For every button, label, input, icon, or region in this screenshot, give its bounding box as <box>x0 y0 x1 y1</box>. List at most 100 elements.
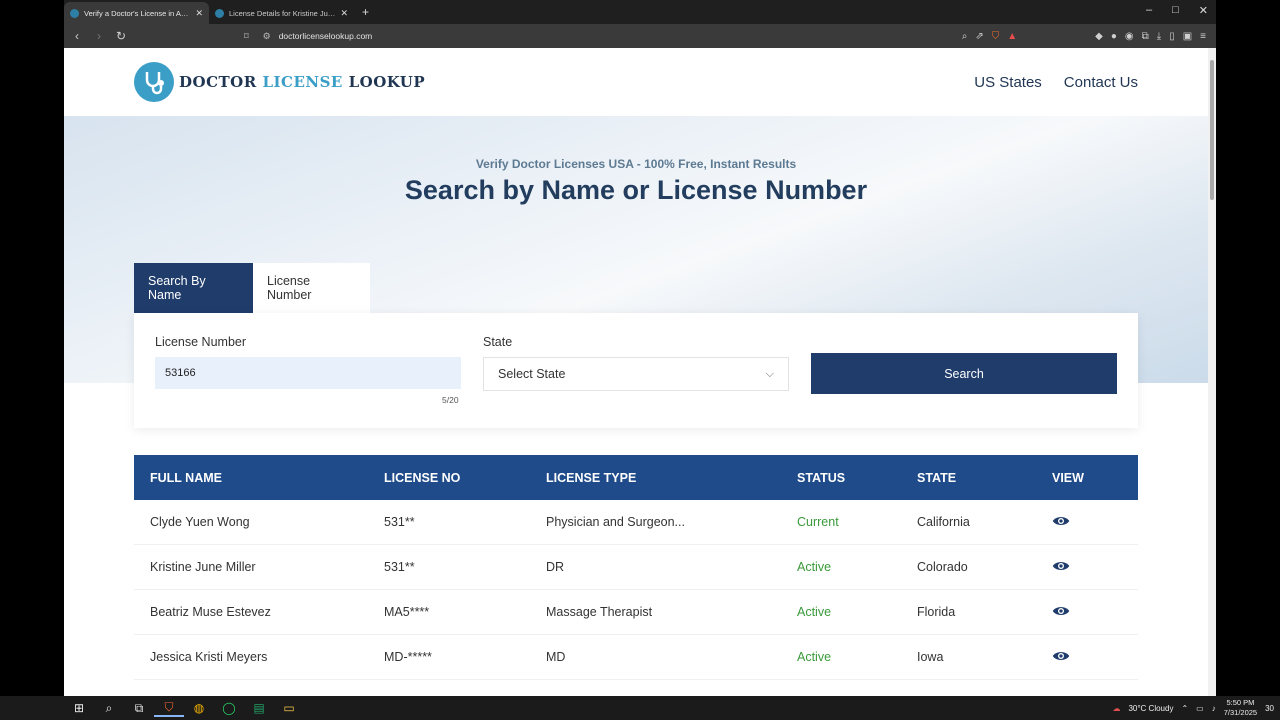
zoom-icon[interactable]: ⌕ <box>962 31 968 42</box>
table-row: Jessica Kristi Meyers MD-***** MD Active… <box>134 635 1138 680</box>
extension-icon[interactable]: ● <box>1111 31 1117 42</box>
cell-state: Colorado <box>917 560 968 574</box>
volume-icon[interactable]: ♪ <box>1212 704 1216 713</box>
extension-icon[interactable]: ◉ <box>1125 31 1134 42</box>
task-view-icon[interactable]: ⧉ <box>124 701 154 716</box>
sidebar-icon[interactable]: ▯ <box>1169 31 1175 42</box>
browser-tabbar: Verify a Doctor's License in Any U ✕ Lic… <box>64 0 1216 24</box>
site-favicon-icon <box>70 8 79 18</box>
cell-type: DR <box>546 560 565 574</box>
clock-time: 5:50 PM <box>1226 698 1255 707</box>
nav-link-us-states[interactable]: US States <box>974 74 1042 91</box>
results-table: FULL NAME LICENSE NO LICENSE TYPE STATUS… <box>134 455 1138 680</box>
logo-word: DOCTOR <box>179 73 263 91</box>
column-header: STATE <box>917 470 957 485</box>
clock[interactable]: 5:50 PM 7/31/2025 <box>1224 698 1257 718</box>
state-select-value: Select State <box>498 367 566 381</box>
close-icon[interactable]: ✕ <box>340 8 348 19</box>
browser-tab-2[interactable]: License Details for Kristine June Miller… <box>209 2 354 24</box>
page-title: Search by Name or License Number <box>404 175 868 205</box>
windows-start-icon[interactable]: ⊞ <box>64 701 94 715</box>
new-tab-button[interactable]: + <box>362 5 369 19</box>
site-info-icon[interactable]: ⚙ <box>263 31 271 42</box>
menu-icon[interactable]: ≡ <box>1200 31 1206 42</box>
file-explorer-icon[interactable]: ▭ <box>274 701 304 715</box>
tab-search-by-name[interactable]: Search By Name <box>134 263 253 313</box>
site-header: DOCTOR LICENSE LOOKUP US States Contact … <box>64 48 1208 116</box>
column-header: LICENSE NO <box>384 470 461 485</box>
notification-badge[interactable]: 30 <box>1265 704 1274 713</box>
cell-name: Beatriz Muse Estevez <box>150 605 271 619</box>
search-icon[interactable]: ⌕ <box>94 701 124 716</box>
logo-word: LOOKUP <box>342 73 426 91</box>
maximize-button[interactable]: □ <box>1172 4 1179 17</box>
cell-license: MD-***** <box>384 650 432 664</box>
windows-taskbar: ⊞ ⌕ ⧉ ⛉ ◍ ◯ ▤ ▭ ☁ 30°C Cloudy ⌃ ▭ ♪ 5:50… <box>0 696 1280 720</box>
cell-license: 531** <box>384 515 415 529</box>
nav-link-contact[interactable]: Contact Us <box>1064 74 1138 91</box>
license-number-input[interactable] <box>155 357 461 389</box>
cell-status: Active <box>797 560 832 574</box>
table-header: FULL NAME LICENSE NO LICENSE TYPE STATUS… <box>134 455 1138 500</box>
page-scrollbar[interactable] <box>1208 48 1216 696</box>
state-select[interactable]: Select State ⌵ <box>483 357 789 391</box>
state-label: State <box>483 335 513 349</box>
cell-status: Active <box>797 605 832 619</box>
column-header: VIEW <box>1052 470 1084 485</box>
cell-type: Massage Therapist <box>546 605 653 619</box>
rewards-icon[interactable]: ▲ <box>1007 31 1017 42</box>
hero-eyebrow: Verify Doctor Licenses USA - 100% Free, … <box>475 157 797 171</box>
cell-state: Iowa <box>917 650 944 664</box>
bookmark-icon[interactable]: ⌑ <box>244 31 249 42</box>
screen: Verify a Doctor's License in Any U ✕ Lic… <box>0 0 1280 720</box>
chrome-icon[interactable]: ◍ <box>184 701 214 715</box>
whatsapp-icon[interactable]: ◯ <box>214 701 244 715</box>
close-icon[interactable]: ✕ <box>195 8 203 19</box>
table-row: Clyde Yuen Wong 531** Physician and Surg… <box>134 500 1138 545</box>
site-logo[interactable]: DOCTOR LICENSE LOOKUP <box>134 62 425 102</box>
table-row: Kristine June Miller 531** DR Active Col… <box>134 545 1138 590</box>
browser-tab-1[interactable]: Verify a Doctor's License in Any U ✕ <box>64 2 209 24</box>
reload-icon[interactable]: ↻ <box>112 29 130 43</box>
spreadsheet-icon[interactable]: ▤ <box>244 701 274 715</box>
tab-title: License Details for Kristine June Miller <box>229 8 337 18</box>
network-icon[interactable]: ▭ <box>1196 704 1204 713</box>
brave-browser-icon[interactable]: ⛉ <box>154 700 184 717</box>
license-number-label: License Number <box>155 335 247 349</box>
url-text[interactable]: doctorlicenselookup.com <box>279 31 373 41</box>
view-eye-icon[interactable] <box>1052 512 1070 533</box>
view-eye-icon[interactable] <box>1052 602 1070 623</box>
chevron-up-icon[interactable]: ⌃ <box>1181 704 1188 713</box>
weather-text[interactable]: 30°C Cloudy <box>1128 704 1173 713</box>
tab-title: Verify a Doctor's License in Any U <box>84 8 192 18</box>
cell-license: 531** <box>384 560 415 574</box>
window-controls: – □ ✕ <box>1146 4 1208 17</box>
puzzle-icon[interactable]: ⧉ <box>1142 31 1149 42</box>
logo-word: LICENSE <box>262 73 343 91</box>
address-bar[interactable]: ⌑ ⚙ doctorlicenselookup.com <box>244 26 964 46</box>
cell-name: Kristine June Miller <box>150 560 256 574</box>
download-icon[interactable]: ⤓ <box>1157 31 1161 42</box>
char-counter: 5/20 <box>442 395 459 405</box>
search-button[interactable]: Search <box>811 353 1117 394</box>
column-header: LICENSE TYPE <box>546 470 637 485</box>
forward-icon[interactable]: › <box>90 29 108 43</box>
extension-icon[interactable]: ◆ <box>1095 31 1103 42</box>
cell-state: California <box>917 515 970 529</box>
tab-license-number[interactable]: License Number <box>253 263 370 313</box>
minimize-button[interactable]: – <box>1146 4 1152 17</box>
wallet-icon[interactable]: ▣ <box>1183 31 1192 42</box>
cell-status: Current <box>797 515 839 529</box>
cell-type: MD <box>546 650 566 664</box>
share-icon[interactable]: ⇗ <box>975 31 983 42</box>
system-tray: ☁ 30°C Cloudy ⌃ ▭ ♪ 5:50 PM 7/31/2025 30 <box>1112 698 1274 718</box>
browser-toolbar: ‹ › ↻ ⌑ ⚙ doctorlicenselookup.com ⌕ ⇗ ⛉ … <box>64 24 1216 48</box>
view-eye-icon[interactable] <box>1052 557 1070 578</box>
brave-shield-icon[interactable]: ⛉ <box>992 31 1000 42</box>
view-eye-icon[interactable] <box>1052 647 1070 668</box>
stethoscope-icon <box>134 62 174 102</box>
back-icon[interactable]: ‹ <box>68 29 86 43</box>
close-window-button[interactable]: ✕ <box>1199 4 1208 17</box>
weather-icon[interactable]: ☁ <box>1112 704 1120 713</box>
scrollbar-thumb[interactable] <box>1210 60 1214 200</box>
